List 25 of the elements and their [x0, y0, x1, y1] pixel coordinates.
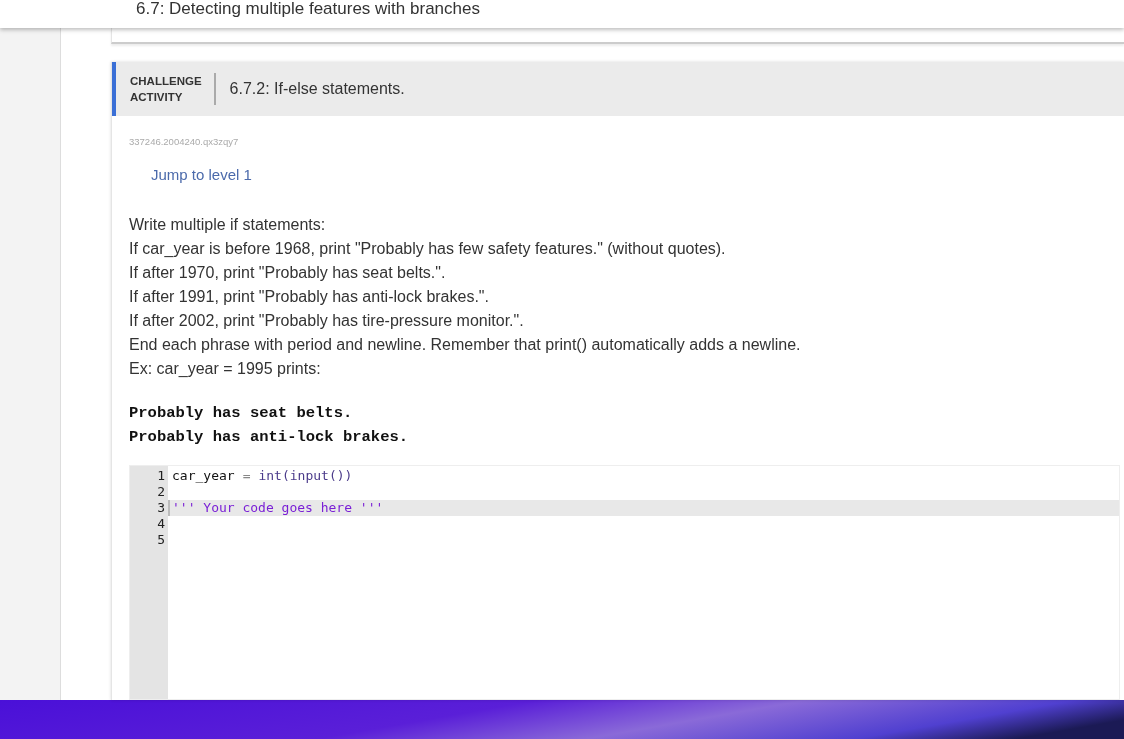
line-number: 4	[156, 516, 166, 532]
instruction-text: Ex: car_year = 1995 prints:	[129, 359, 322, 379]
activity-id: 337246.2004240.qx3zqy7	[129, 136, 240, 147]
code-editor[interactable]: 1 2 3 4 5 car_year = int(input()) ''' Your code goes here '''	[129, 465, 1120, 700]
code-token: ''' Your code goes here '''	[172, 500, 384, 516]
instruction-text: If after 1991, print "Probably has anti-lock brakes.".	[129, 287, 490, 307]
activity-label: ACTIVITY	[130, 90, 184, 105]
line-number: 5	[156, 532, 166, 548]
page-title: 6.7: Detecting multiple features with branches	[136, 0, 480, 19]
code-token: car_year	[172, 468, 235, 484]
instruction-text: If after 2002, print "Probably has tire-pressure monitor.".	[129, 311, 525, 331]
jump-link[interactable]: Jump to level 1	[151, 166, 252, 183]
instruction-text: End each phrase with period and newline. Remember that print() automatically adds a newline.	[129, 335, 802, 355]
output-line: Probably has anti-lock brakes.	[129, 427, 410, 448]
code-token: =	[242, 468, 251, 484]
line-number: 2	[156, 484, 166, 500]
code-token: int(input())	[258, 468, 353, 484]
instruction-text: If after 1970, print "Probably has seat belts.".	[129, 263, 447, 283]
line-number: 1	[156, 468, 166, 484]
line-number: 3	[156, 500, 166, 516]
instruction-text: If car_year is before 1968, print "Probably has few safety features." (without quotes).	[129, 239, 727, 259]
activity-title: 6.7.2: If-else statements.	[229, 80, 405, 98]
activity-label: CHALLENGE	[130, 74, 202, 89]
instruction-text: Write multiple if statements:	[129, 215, 327, 235]
output-line: Probably has seat belts.	[129, 403, 354, 424]
